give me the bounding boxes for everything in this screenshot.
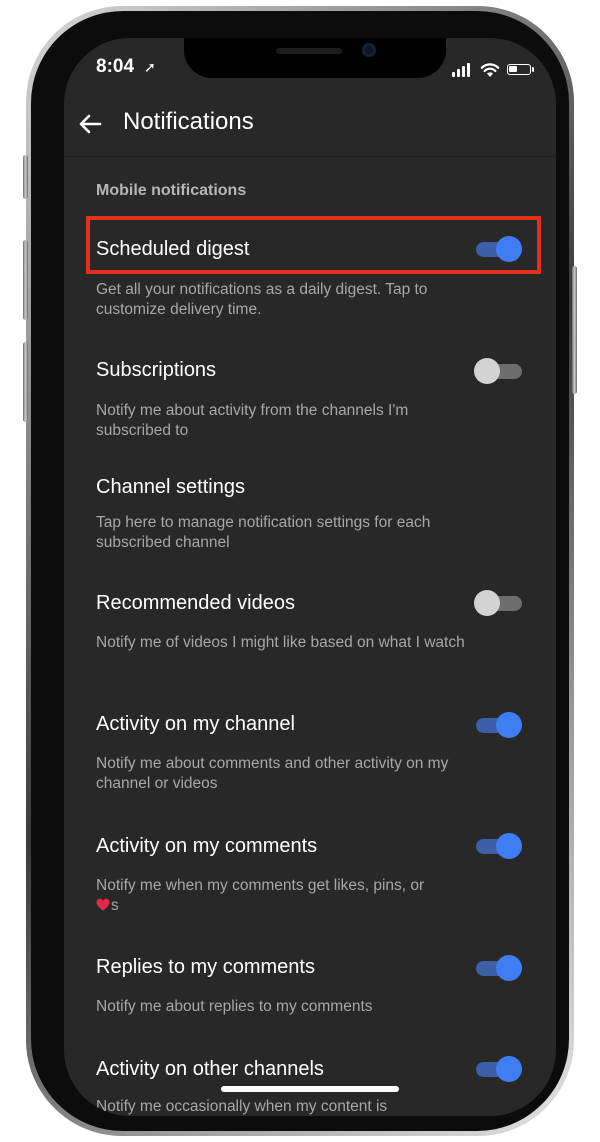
- setting-desc-subscriptions: Notify me about activity from the channe…: [96, 402, 409, 439]
- toggle-subscriptions[interactable]: [474, 357, 524, 385]
- app-screen: 8:04 ➚ Notifications Mobile notification…: [64, 38, 556, 1116]
- toggle-scheduled-digest[interactable]: [474, 235, 524, 263]
- setting-desc-activity-my-channel: Notify me about comments and other activ…: [96, 755, 449, 792]
- toggle-replies-my-comments[interactable]: [474, 954, 524, 982]
- setting-title-scheduled-digest[interactable]: Scheduled digest: [96, 238, 249, 261]
- front-camera: [362, 43, 376, 57]
- volume-down-button: [23, 342, 28, 422]
- setting-title-recommended-videos[interactable]: Recommended videos: [96, 592, 295, 615]
- silent-switch: [23, 155, 28, 199]
- toggle-recommended-videos[interactable]: [474, 589, 524, 617]
- setting-desc-scheduled-digest: Get all your notifications as a daily di…: [96, 281, 428, 318]
- battery-tip: [532, 67, 534, 72]
- setting-title-replies-my-comments[interactable]: Replies to my comments: [96, 956, 315, 979]
- cellular-signal-icon: [452, 63, 472, 77]
- section-title: Mobile notifications: [96, 182, 247, 199]
- setting-desc-text: Notify me when my comments get likes, pi…: [96, 877, 425, 894]
- app-header: Notifications: [64, 96, 556, 157]
- earpiece-speaker: [276, 48, 342, 54]
- setting-desc-activity-other-channels: Notify me occasionally when my content i…: [96, 1098, 388, 1115]
- page-title: Notifications: [123, 108, 254, 135]
- setting-title-activity-my-channel[interactable]: Activity on my channel: [96, 713, 295, 736]
- setting-desc-recommended-videos: Notify me of videos I might like based o…: [96, 634, 465, 651]
- setting-title-activity-other-channels[interactable]: Activity on other channels: [96, 1058, 324, 1081]
- status-time: 8:04: [96, 56, 135, 77]
- arrow-left-icon[interactable]: [74, 108, 106, 140]
- toggle-activity-my-channel[interactable]: [474, 711, 524, 739]
- battery-icon: [507, 64, 531, 75]
- setting-title-activity-my-comments[interactable]: Activity on my comments: [96, 835, 317, 858]
- toggle-activity-my-comments[interactable]: [474, 832, 524, 860]
- setting-desc-channel-settings: Tap here to manage notification settings…: [96, 514, 431, 551]
- wifi-icon: [480, 63, 500, 77]
- setting-desc-suffix: s: [111, 897, 119, 914]
- heart-emoji-icon: [96, 898, 110, 911]
- setting-desc-activity-my-comments: Notify me when my comments get likes, pi…: [96, 876, 476, 916]
- volume-up-button: [23, 240, 28, 320]
- home-indicator[interactable]: [221, 1086, 399, 1092]
- setting-title-subscriptions[interactable]: Subscriptions: [96, 359, 216, 382]
- side-button: [572, 266, 577, 394]
- location-arrow-icon: ➚: [144, 59, 156, 75]
- setting-title-channel-settings[interactable]: Channel settings: [96, 476, 245, 499]
- notch: [184, 38, 446, 78]
- setting-desc-replies-my-comments: Notify me about replies to my comments: [96, 998, 373, 1015]
- toggle-activity-other-channels[interactable]: [474, 1055, 524, 1083]
